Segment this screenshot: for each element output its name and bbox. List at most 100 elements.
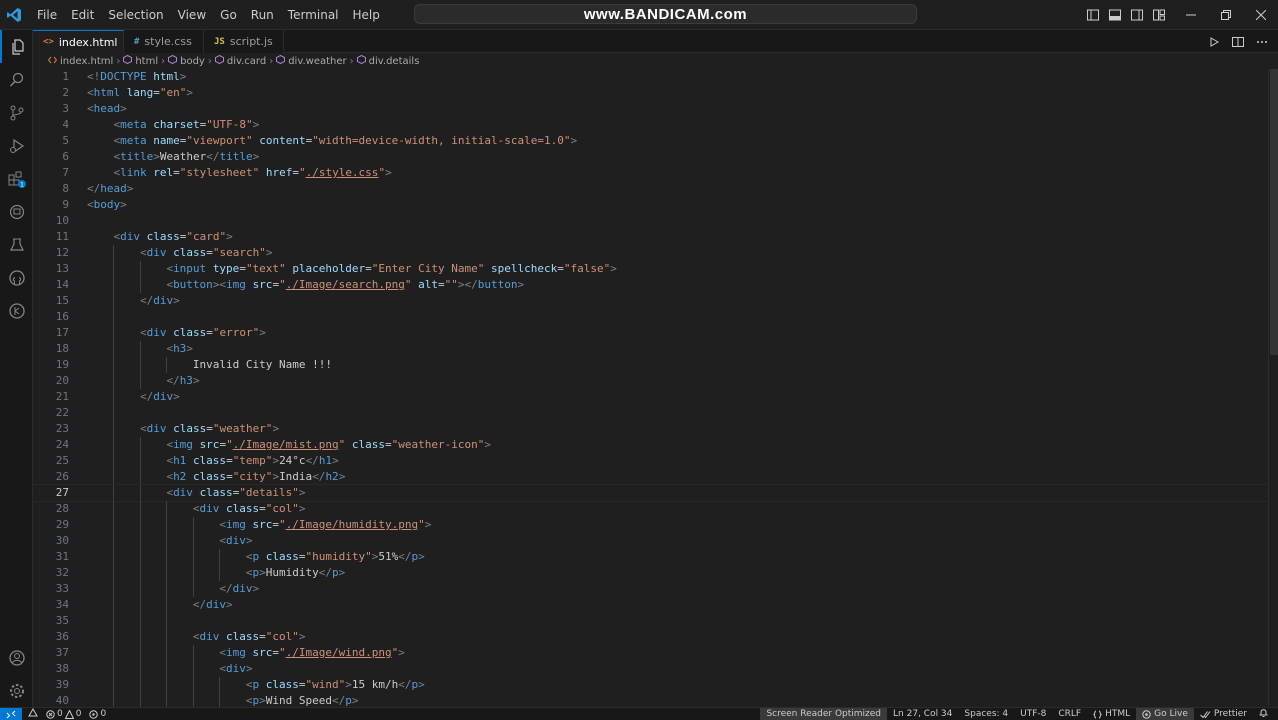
- token-br: <: [87, 102, 94, 115]
- tab-script-js[interactable]: JS script.js: [204, 30, 284, 53]
- code-line[interactable]: 9 <body>: [33, 197, 1268, 213]
- indentation-status[interactable]: Spaces: 4: [958, 708, 1014, 720]
- code-line[interactable]: 5 <meta name="viewport" content="width=de…: [33, 133, 1268, 149]
- toggle-secondary-sidebar-icon[interactable]: [1127, 5, 1146, 25]
- code-line[interactable]: 25 <h1 class="temp">24°c</h1>: [33, 453, 1268, 469]
- code-line[interactable]: 4 <meta charset="UTF-8">: [33, 117, 1268, 133]
- code-line[interactable]: 15 </div>: [33, 293, 1268, 309]
- github-icon[interactable]: [0, 261, 33, 294]
- code-line[interactable]: 19 Invalid City Name !!!: [33, 357, 1268, 373]
- timeline-icon[interactable]: [0, 294, 33, 327]
- command-center[interactable]: www.BANDICAM.com: [414, 4, 917, 24]
- code-line[interactable]: 28 <div class="col">: [33, 501, 1268, 517]
- run-debug-icon[interactable]: [0, 129, 33, 162]
- menu-selection[interactable]: Selection: [101, 4, 170, 26]
- code-line[interactable]: 27 <div class="details">: [33, 484, 1268, 502]
- code-line[interactable]: 14 <button><img src="./Image/search.png" …: [33, 277, 1268, 293]
- menu-edit[interactable]: Edit: [64, 4, 101, 26]
- menu-terminal[interactable]: Terminal: [281, 4, 346, 26]
- breadcrumb-item[interactable]: div.card: [214, 54, 266, 67]
- code-line[interactable]: 23 <div class="weather">: [33, 421, 1268, 437]
- screen-reader-status[interactable]: Screen Reader Optimized: [760, 708, 888, 720]
- code-text: </div>: [193, 597, 233, 613]
- menu-go[interactable]: Go: [213, 4, 244, 26]
- customize-layout-icon[interactable]: [1149, 5, 1168, 25]
- menu-file[interactable]: File: [30, 4, 64, 26]
- language-mode[interactable]: HTML: [1087, 708, 1136, 720]
- breadcrumb-item[interactable]: html: [123, 54, 158, 67]
- editor-scrollbar[interactable]: [1268, 69, 1278, 707]
- tab-style-css[interactable]: # style.css: [124, 30, 204, 53]
- token-attr: src: [252, 278, 273, 291]
- breadcrumb-item[interactable]: div.weather: [276, 54, 347, 67]
- code-line[interactable]: 8 </head>: [33, 181, 1268, 197]
- menu-view[interactable]: View: [171, 4, 213, 26]
- accounts-status-icon[interactable]: [28, 707, 38, 720]
- extensions-icon[interactable]: 1: [0, 162, 33, 195]
- breadcrumb-item[interactable]: div.details: [356, 54, 419, 67]
- restore-icon[interactable]: [1208, 0, 1243, 30]
- split-editor-icon[interactable]: [1230, 34, 1246, 50]
- code-text: <meta charset="UTF-8">: [113, 117, 259, 133]
- code-line[interactable]: 26 <h2 class="city">India</h2>: [33, 469, 1268, 485]
- explorer-icon[interactable]: [0, 30, 33, 63]
- code-line[interactable]: 17 <div class="error">: [33, 325, 1268, 341]
- code-line[interactable]: 37 <img src="./Image/wind.png">: [33, 645, 1268, 661]
- run-play-icon[interactable]: [1206, 34, 1222, 50]
- code-line[interactable]: 7 <link rel="stylesheet" href="./style.cs…: [33, 165, 1268, 181]
- go-live-button[interactable]: Go Live: [1136, 708, 1194, 720]
- remote-explorer-icon[interactable]: [0, 195, 33, 228]
- code-line[interactable]: 29 <img src="./Image/humidity.png">: [33, 517, 1268, 533]
- cursor-position[interactable]: Ln 27, Col 34: [887, 708, 958, 720]
- code-line[interactable]: 39 <p class="wind">15 km/h</p>: [33, 677, 1268, 693]
- code-line[interactable]: 21 </div>: [33, 389, 1268, 405]
- code-line[interactable]: 2 <html lang="en">: [33, 85, 1268, 101]
- breadcrumb-item[interactable]: body: [168, 54, 205, 67]
- source-control-icon[interactable]: [0, 96, 33, 129]
- prettier-status[interactable]: Prettier: [1194, 708, 1253, 720]
- code-line[interactable]: 36 <div class="col">: [33, 629, 1268, 645]
- code-line[interactable]: 12 <div class="search">: [33, 245, 1268, 261]
- notifications-bell-icon[interactable]: [1253, 708, 1274, 720]
- more-actions-icon[interactable]: [1254, 34, 1270, 50]
- code-line[interactable]: 34 </div>: [33, 597, 1268, 613]
- code-line[interactable]: 33 </div>: [33, 581, 1268, 597]
- code-line[interactable]: 1 <!DOCTYPE html>: [33, 69, 1268, 85]
- search-icon[interactable]: [0, 63, 33, 96]
- code-line[interactable]: 35: [33, 613, 1268, 629]
- tab-index-html[interactable]: <>index.html✕: [33, 30, 136, 53]
- code-line[interactable]: 11 <div class="card">: [33, 229, 1268, 245]
- settings-gear-icon[interactable]: [0, 674, 33, 707]
- code-line[interactable]: 18 <h3>: [33, 341, 1268, 357]
- remote-indicator-icon[interactable]: [0, 707, 22, 720]
- code-line[interactable]: 38 <div>: [33, 661, 1268, 677]
- code-line[interactable]: 22: [33, 405, 1268, 421]
- token-br: >: [245, 662, 253, 675]
- code-line[interactable]: 6 <title>Weather</title>: [33, 149, 1268, 165]
- code-line[interactable]: 40 <p>Wind Speed</p>: [33, 693, 1268, 707]
- scrollbar-thumb[interactable]: [1270, 69, 1278, 355]
- account-icon[interactable]: [0, 641, 33, 674]
- code-line[interactable]: 10: [33, 213, 1268, 229]
- code-line[interactable]: 3 <head>: [33, 101, 1268, 117]
- code-line[interactable]: 13 <input type="text" placeholder="Enter …: [33, 261, 1268, 277]
- menu-help[interactable]: Help: [346, 4, 387, 26]
- testing-icon[interactable]: [0, 228, 33, 261]
- minimize-icon[interactable]: [1173, 0, 1208, 30]
- toggle-panel-icon[interactable]: [1105, 5, 1124, 25]
- code-line[interactable]: 20 </h3>: [33, 373, 1268, 389]
- problems-status[interactable]: 0 0: [46, 709, 81, 719]
- toggle-primary-sidebar-icon[interactable]: [1083, 5, 1102, 25]
- breadcrumb-item[interactable]: index.html: [47, 56, 113, 67]
- code-editor[interactable]: 1 <!DOCTYPE html> 2 <html lang="en"> 3 <head>…: [33, 69, 1268, 707]
- menu-run[interactable]: Run: [244, 4, 281, 26]
- code-line[interactable]: 31 <p class="humidity">51%</p>: [33, 549, 1268, 565]
- eol-status[interactable]: CRLF: [1052, 708, 1087, 720]
- code-line[interactable]: 16: [33, 309, 1268, 325]
- close-window-icon[interactable]: [1243, 0, 1278, 30]
- code-line[interactable]: 24 <img src="./Image/mist.png" class="wea…: [33, 437, 1268, 453]
- ports-status[interactable]: 0: [89, 709, 106, 719]
- code-line[interactable]: 32 <p>Humidity</p>: [33, 565, 1268, 581]
- code-line[interactable]: 30 <div>: [33, 533, 1268, 549]
- encoding-status[interactable]: UTF-8: [1014, 708, 1052, 720]
